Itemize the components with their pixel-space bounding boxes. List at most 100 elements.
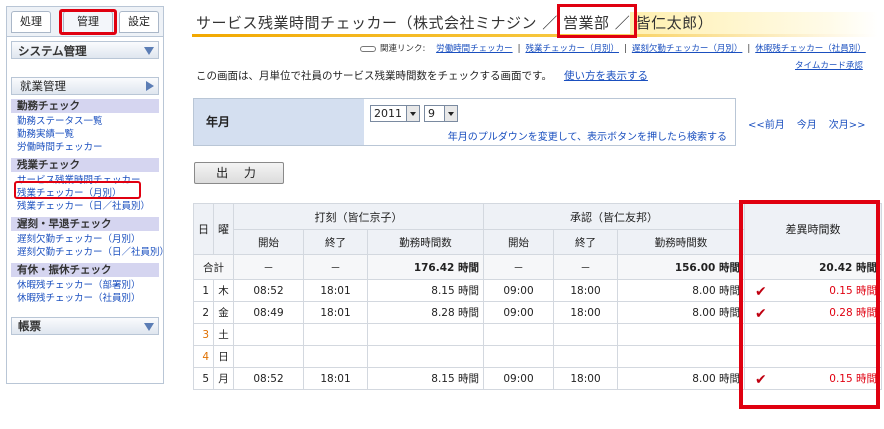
col-header-stamp-end: 終了 (303, 229, 368, 255)
ledger-label: 帳票 (18, 319, 41, 333)
dropdown-arrow-icon (406, 106, 419, 121)
related-link-late-absence-monthly[interactable]: 遅刻欠勤チェッカー（月別） (632, 44, 743, 54)
tab-settings[interactable]: 設定 (119, 11, 159, 33)
next-month-link[interactable]: 次月>> (829, 120, 866, 131)
highlight-management-tab (59, 9, 117, 35)
related-links: 関連リンク: 労働時間チェッカー | 残業チェッカー（月別） | 遅刻欠勤チェッカー（月… (360, 42, 866, 54)
prev-month-link[interactable]: <<前月 (748, 120, 785, 131)
system-management-header[interactable]: システム管理 (11, 41, 159, 59)
menu-link-leave-by-dept[interactable]: 休暇残チェッカー（部署別） (17, 279, 163, 292)
col-header-day: 日 (193, 203, 214, 255)
total-approval-work: 156.00 時間 (617, 254, 745, 280)
row-stamp-end: 18:01 (303, 367, 368, 390)
collapse-icon (144, 323, 154, 331)
row-day: 3 (193, 323, 214, 346)
row-approval-start: 09:00 (483, 279, 554, 302)
system-management-label: システム管理 (18, 44, 87, 58)
filter-panel: 年月 2011 9 年月のプルダウンを変更して、表示ボタンを押したら検索する (193, 98, 736, 146)
show-howto-link[interactable]: 使い方を表示する (564, 70, 648, 82)
row-stamp-work: 8.28 時間 (367, 301, 484, 324)
row-weekday: 木 (213, 279, 234, 302)
col-header-weekday: 曜 (213, 203, 234, 255)
menu-link-late-absence-daily[interactable]: 遅刻欠勤チェッカー（日／社員別） (17, 246, 169, 259)
total-approval-end: － (553, 254, 618, 280)
col-header-approval-work: 勤務時間数 (617, 229, 745, 255)
col-header-stamp: 打刻（皆仁京子） (233, 203, 484, 230)
dropdown-arrow-icon (444, 106, 457, 121)
row-approval-work: 8.00 時間 (617, 367, 745, 390)
output-button[interactable]: 出 力 (194, 162, 284, 184)
row-approval-work: 8.00 時間 (617, 301, 745, 324)
col-header-approval-start: 開始 (483, 229, 554, 255)
row-approval-end (553, 323, 618, 346)
row-stamp-end: 18:01 (303, 301, 368, 324)
page-description: この画面は、月単位で社員のサービス残業時間数をチェックする画面です。 使い方を表示… (196, 68, 648, 83)
row-approval-end: 18:00 (553, 279, 618, 302)
group-title-overtime: 残業チェック (11, 158, 159, 172)
year-select[interactable]: 2011 (370, 105, 420, 122)
top-tabs: 処理 管理 設定 (7, 7, 163, 37)
total-stamp-work: 176.42 時間 (367, 254, 484, 280)
menu-link-overtime-daily[interactable]: 残業チェッカー（日／社員別） (17, 200, 163, 213)
title-underline (192, 34, 878, 37)
col-header-approval-end: 終了 (553, 229, 618, 255)
menu-link-work-record-list[interactable]: 勤務実績一覧 (17, 128, 163, 141)
row-stamp-work (367, 323, 484, 346)
col-header-approval: 承認（皆仁友邦） (483, 203, 745, 230)
menu-link-status-list[interactable]: 勤務ステータス一覧 (17, 115, 163, 128)
description-text: この画面は、月単位で社員のサービス残業時間数をチェックする画面です。 (196, 70, 552, 82)
row-approval-end: 18:00 (553, 301, 618, 324)
col-header-stamp-start: 開始 (233, 229, 304, 255)
related-link-leave-by-employee[interactable]: 休暇残チェッカー（社員別） (755, 44, 866, 54)
total-approval-start: － (483, 254, 554, 280)
row-approval-start: 09:00 (483, 367, 554, 390)
sidebar: 処理 管理 設定 システム管理 就業管理 勤務チェック 勤務ステータス一覧 勤務… (6, 6, 169, 384)
work-management-header[interactable]: 就業管理 (11, 77, 159, 95)
row-stamp-work: 8.15 時間 (367, 367, 484, 390)
highlight-employee-name (557, 4, 637, 38)
total-label: 合計 (193, 254, 234, 280)
row-approval-work (617, 323, 745, 346)
row-stamp-start (233, 323, 304, 346)
month-navigation: <<前月 今月 次月>> (748, 116, 878, 131)
expand-arrow-icon (146, 81, 154, 91)
col-header-stamp-work: 勤務時間数 (367, 229, 484, 255)
row-weekday: 土 (213, 323, 234, 346)
row-approval-start (483, 345, 554, 368)
total-stamp-end: － (303, 254, 368, 280)
highlight-current-menu (14, 181, 141, 199)
row-stamp-start (233, 345, 304, 368)
group-title-leave: 有休・振休チェック (11, 263, 159, 277)
year-month-label: 年月 (194, 99, 364, 145)
highlight-difference-column (739, 200, 880, 409)
row-day: 5 (193, 367, 214, 390)
row-stamp-work (367, 345, 484, 368)
timecard-approval-link[interactable]: タイムカード承認 (795, 59, 863, 71)
menu-link-leave-by-employee[interactable]: 休暇残チェッカー（社員別） (17, 292, 163, 305)
row-stamp-end (303, 323, 368, 346)
row-approval-start (483, 323, 554, 346)
current-month-link[interactable]: 今月 (797, 120, 817, 131)
total-stamp-start: － (233, 254, 304, 280)
tab-processing[interactable]: 処理 (11, 11, 51, 33)
row-stamp-end: 18:01 (303, 279, 368, 302)
related-label: 関連リンク: (380, 44, 426, 54)
collapse-icon (144, 47, 154, 55)
row-weekday: 金 (213, 301, 234, 324)
month-select[interactable]: 9 (424, 105, 458, 122)
menu-link-labor-hours-checker[interactable]: 労働時間チェッカー (17, 141, 163, 154)
ledger-header[interactable]: 帳票 (11, 317, 159, 335)
year-select-value: 2011 (374, 107, 402, 120)
row-approval-end: 18:00 (553, 367, 618, 390)
related-link-overtime-monthly[interactable]: 残業チェッカー（月別） (525, 44, 619, 54)
row-approval-work: 8.00 時間 (617, 279, 745, 302)
group-title-attendance: 勤務チェック (11, 99, 159, 113)
month-select-value: 9 (428, 107, 435, 120)
row-stamp-start: 08:52 (233, 279, 304, 302)
row-approval-end (553, 345, 618, 368)
row-day: 4 (193, 345, 214, 368)
related-link-labor-hours[interactable]: 労働時間チェッカー (436, 44, 513, 54)
group-title-late-early: 遅刻・早退チェック (11, 217, 159, 231)
row-day: 1 (193, 279, 214, 302)
menu-link-late-absence-monthly[interactable]: 遅刻欠勤チェッカー（月別） (17, 233, 163, 246)
